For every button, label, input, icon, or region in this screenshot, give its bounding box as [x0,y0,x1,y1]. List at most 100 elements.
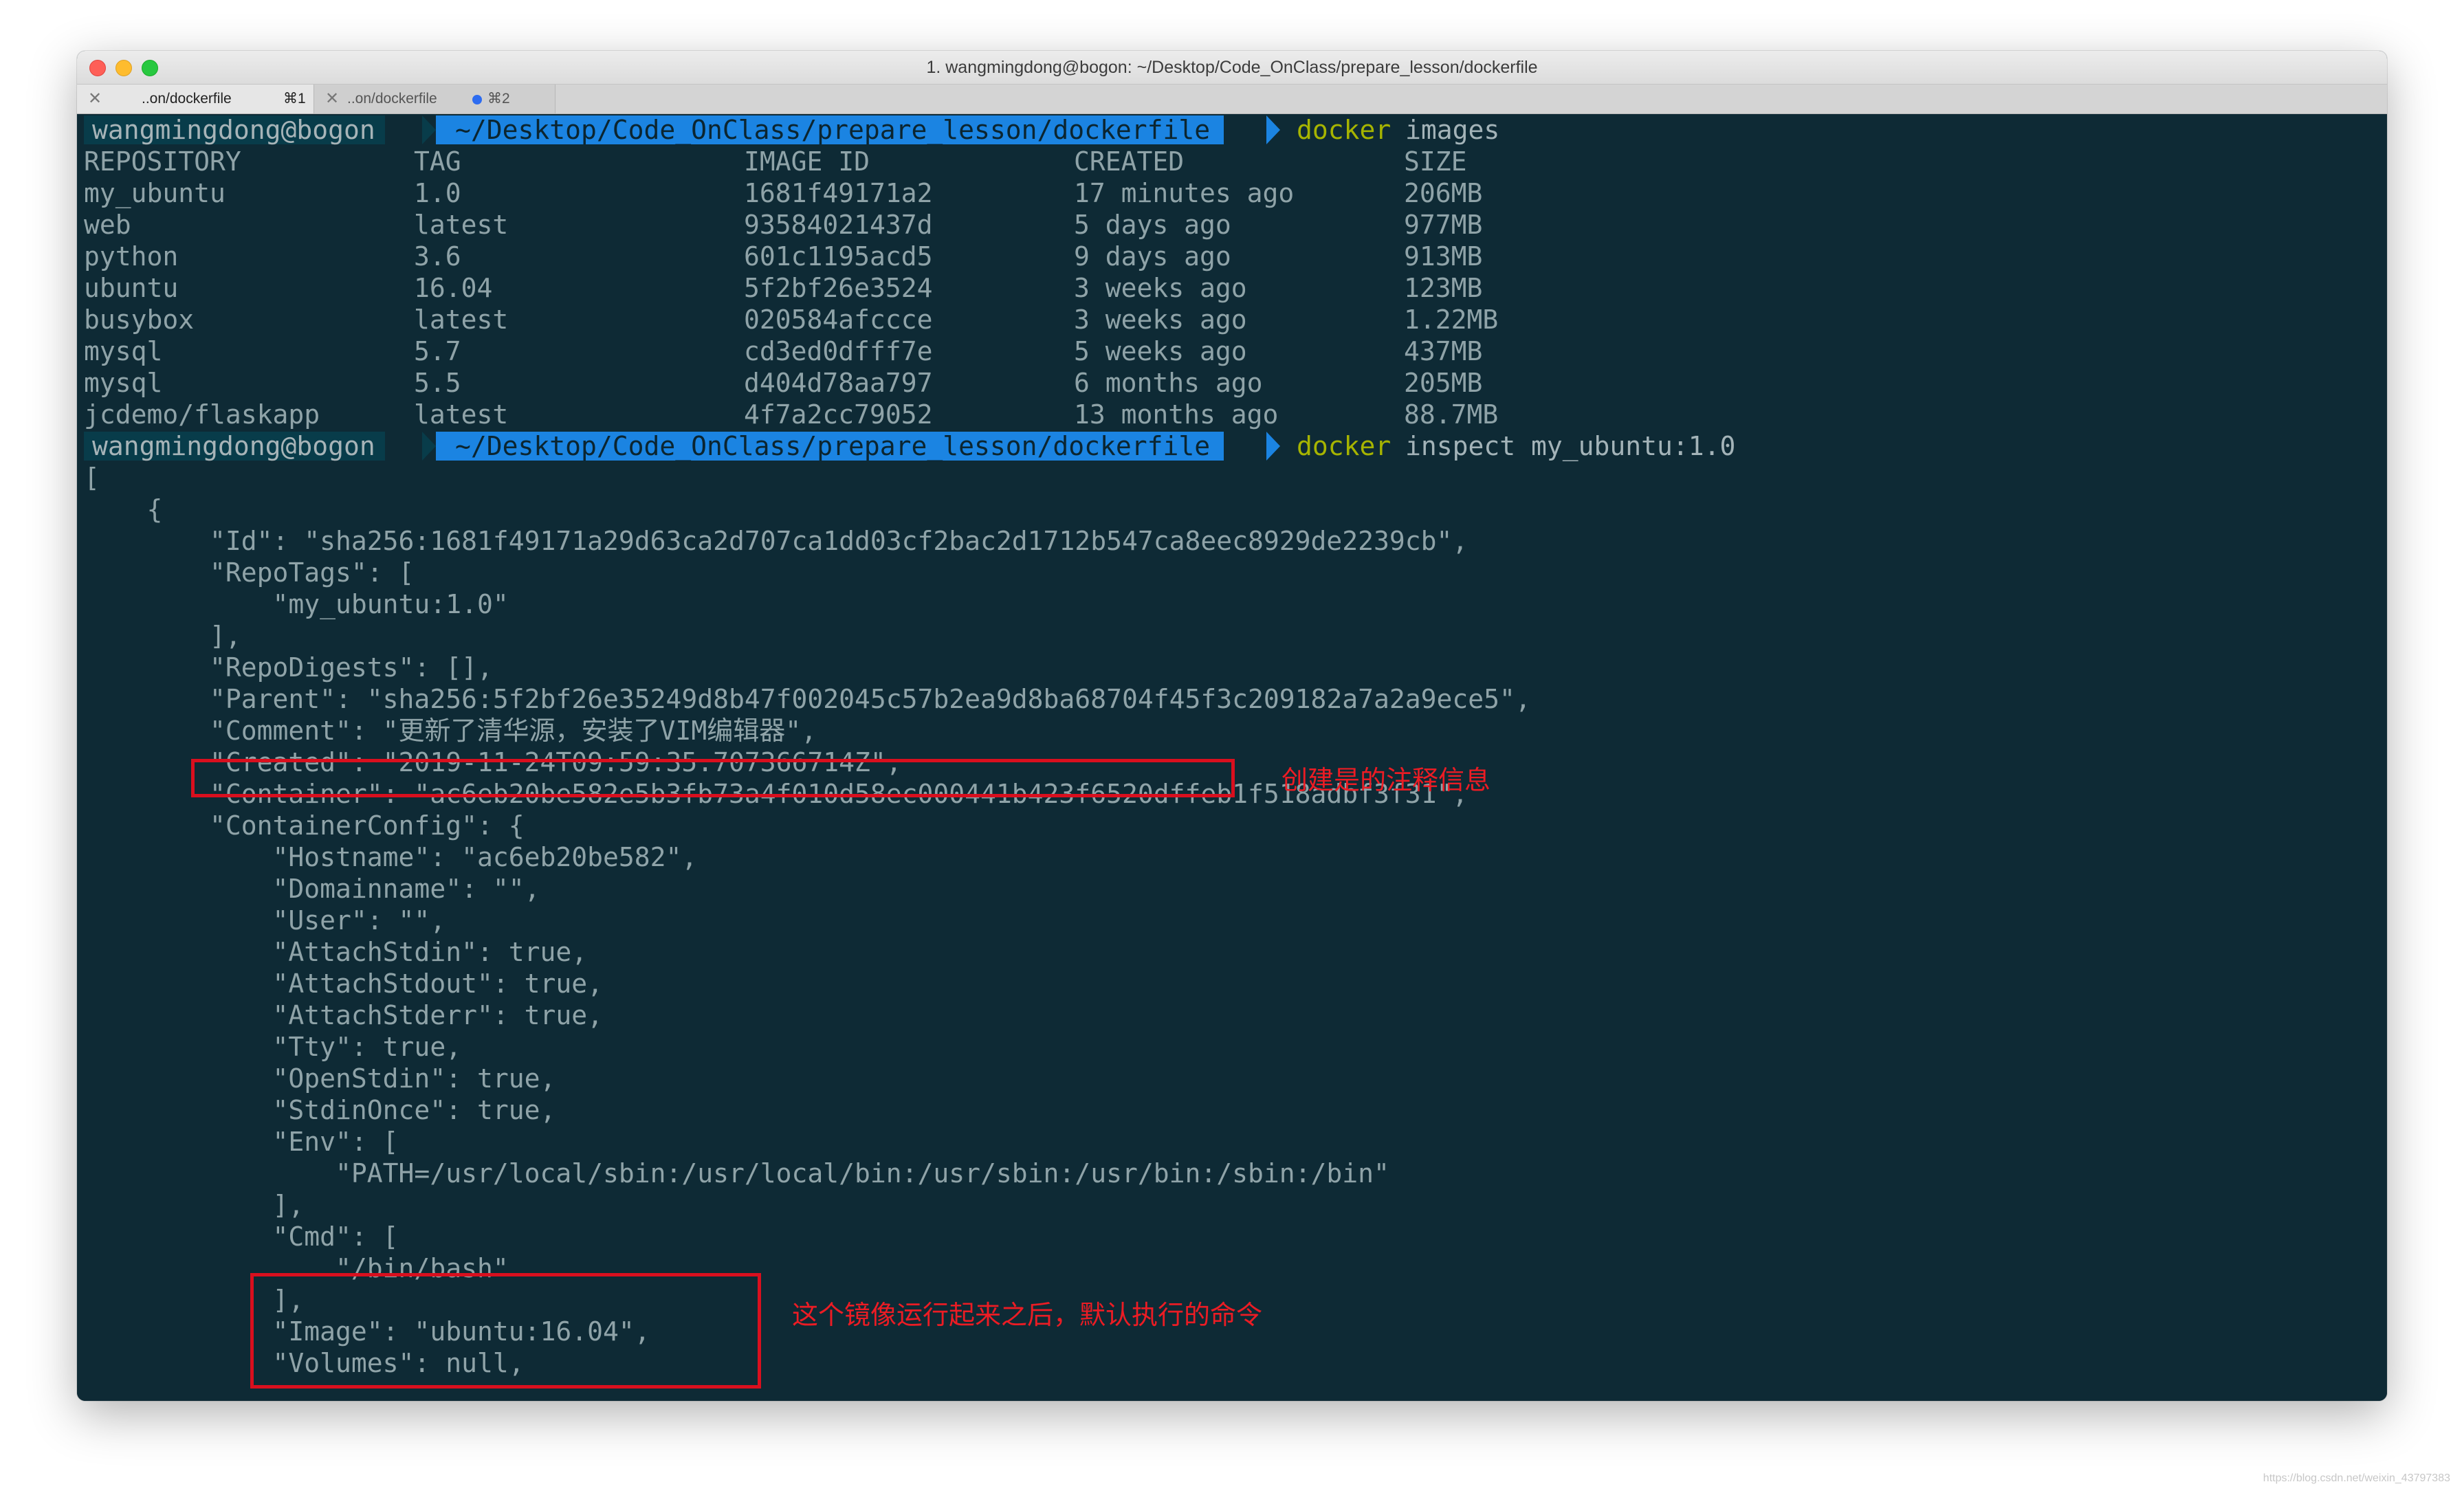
table-row-cell: 17 minutes ago [1074,178,1295,208]
inspect-output-line: "Domainname": "", [84,874,540,904]
tab-2[interactable]: ✕ ..on/dockerfile ⌘2 [314,85,556,113]
table-row-cell: 4f7a2cc79052 [744,399,933,430]
inspect-output-line: "RepoTags": [ [84,557,415,588]
inspect-output-line: "Hostname": "ac6eb20be582", [84,842,698,872]
inspect-output-line: "User": "", [84,905,446,936]
comment-highlight-box [191,759,1235,797]
prompt-line: wangmingdong@bogon ~/Desktop/Code_OnClas… [84,430,1735,462]
command-args: images [1405,115,1500,145]
table-header-cell: TAG [414,146,461,177]
inspect-output-line: "OpenStdin": true, [84,1063,556,1094]
cmd-highlight-box [250,1273,761,1389]
table-row-cell: 5 weeks ago [1074,336,1247,366]
tab-close-icon[interactable]: ✕ [325,85,339,113]
prompt-user: wangmingdong@bogon [84,432,385,461]
table-row-cell: mysql [84,336,163,366]
window-title: 1. wangmingdong@bogon: ~/Desktop/Code_On… [926,58,1538,77]
table-row-cell: 16.04 [414,273,493,303]
inspect-output-line: "StdinOnce": true, [84,1095,556,1125]
table-row-cell: latest [414,210,509,240]
inspect-output-line: "Cmd": [ [84,1221,399,1252]
command-args: inspect my_ubuntu:1.0 [1405,431,1736,461]
inspect-output-line: "RepoDigests": [], [84,652,493,683]
inspect-output-line: "my_ubuntu:1.0" [84,589,509,619]
tab-title: ..on/dockerfile [347,91,437,107]
table-header-cell: SIZE [1404,146,1467,177]
inspect-output-line: { [84,494,163,524]
title-bar[interactable]: 1. wangmingdong@bogon: ~/Desktop/Code_On… [77,51,2387,85]
tab-bar: ✕ ..on/dockerfile ⌘1 ✕ ..on/dockerfile ⌘… [77,85,2387,114]
table-row-cell: 206MB [1404,178,1483,208]
tab-title: ..on/dockerfile [142,91,232,107]
table-header-cell: CREATED [1074,146,1185,177]
prompt-path: ~/Desktop/Code_OnClass/prepare_lesson/do… [436,432,1224,461]
table-row-cell: 1.22MB [1404,305,1499,335]
inspect-output-line: "Id": "sha256:1681f49171a29d63ca2d707ca1… [84,526,1468,556]
table-row-cell: 205MB [1404,368,1483,398]
table-row-cell: ubuntu [84,273,179,303]
comment-annotation: 创建是的注释信息 [1282,765,1491,795]
table-row-cell: 913MB [1404,241,1483,272]
watermark: https://blog.csdn.net/weixin_43797383 [2263,1472,2450,1484]
table-row-cell: 13 months ago [1074,399,1279,430]
tab-shortcut: ⌘1 [283,91,306,107]
inspect-output-line: "ContainerConfig": { [84,810,525,841]
prompt-separator-icon [422,432,436,461]
activity-dot-icon [472,95,482,104]
inspect-output-line: "Comment": "更新了清华源，安装了VIM编辑器", [84,716,817,746]
table-row-cell: 5.7 [414,336,461,366]
table-row-cell: my_ubuntu [84,178,226,208]
inspect-output-line: "PATH=/usr/local/sbin:/usr/local/bin:/us… [84,1158,1389,1188]
cmd-annotation: 这个镜像运行起来之后，默认执行的命令 [792,1300,1263,1330]
table-row-cell: 6 months ago [1074,368,1263,398]
table-row-cell: 123MB [1404,273,1483,303]
inspect-output-line: ], [84,1190,305,1220]
prompt-separator-icon [422,115,436,144]
table-row-cell: 020584afccce [744,305,933,335]
prompt-path: ~/Desktop/Code_OnClass/prepare_lesson/do… [436,115,1224,144]
inspect-output-line: "AttachStdin": true, [84,937,588,967]
table-row-cell: web [84,210,131,240]
table-row-cell: d404d78aa797 [744,368,933,398]
table-row-cell: latest [414,305,509,335]
inspect-output-line: [ [84,463,100,493]
prompt-separator-icon [1266,432,1280,461]
table-row-cell: 5.5 [414,368,461,398]
table-row-cell: latest [414,399,509,430]
inspect-output-line: "Parent": "sha256:5f2bf26e35249d8b47f002… [84,684,1531,714]
terminal-output[interactable]: wangmingdong@bogon ~/Desktop/Code_OnClas… [77,114,2387,1401]
prompt-user: wangmingdong@bogon [84,115,385,144]
terminal-window: 1. wangmingdong@bogon: ~/Desktop/Code_On… [77,51,2387,1401]
inspect-output-line: ], [84,621,241,651]
prompt-separator-icon [1266,115,1280,144]
inspect-output-line: "Env": [ [84,1127,399,1157]
command-name: docker [1297,115,1392,145]
table-row-cell: 977MB [1404,210,1483,240]
table-row-cell: 93584021437d [744,210,933,240]
tab-shortcut: ⌘2 [487,91,510,107]
inspect-output-line: "AttachStdout": true, [84,969,603,999]
table-row-cell: 3 weeks ago [1074,273,1247,303]
inspect-output-line: "AttachStderr": true, [84,1000,603,1030]
table-row-cell: 601c1195acd5 [744,241,933,272]
table-header-cell: IMAGE ID [744,146,870,177]
tab-close-icon[interactable]: ✕ [88,85,102,113]
table-row-cell: 3 weeks ago [1074,305,1247,335]
table-row-cell: mysql [84,368,163,398]
table-header-cell: REPOSITORY [84,146,241,177]
table-row-cell: 3.6 [414,241,461,272]
table-row-cell: 1681f49171a2 [744,178,933,208]
table-row-cell: jcdemo/flaskapp [84,399,320,430]
table-row-cell: 437MB [1404,336,1483,366]
table-row-cell: cd3ed0dfff7e [744,336,933,366]
prompt-line: wangmingdong@bogon ~/Desktop/Code_OnClas… [84,114,1499,146]
table-row-cell: 9 days ago [1074,241,1231,272]
table-row-cell: python [84,241,179,272]
table-row-cell: busybox [84,305,195,335]
table-row-cell: 5 days ago [1074,210,1231,240]
inspect-output-line: "Tty": true, [84,1032,462,1062]
table-row-cell: 88.7MB [1404,399,1499,430]
table-row-cell: 5f2bf26e3524 [744,273,933,303]
table-row-cell: 1.0 [414,178,461,208]
tab-1[interactable]: ✕ ..on/dockerfile ⌘1 [77,85,314,113]
